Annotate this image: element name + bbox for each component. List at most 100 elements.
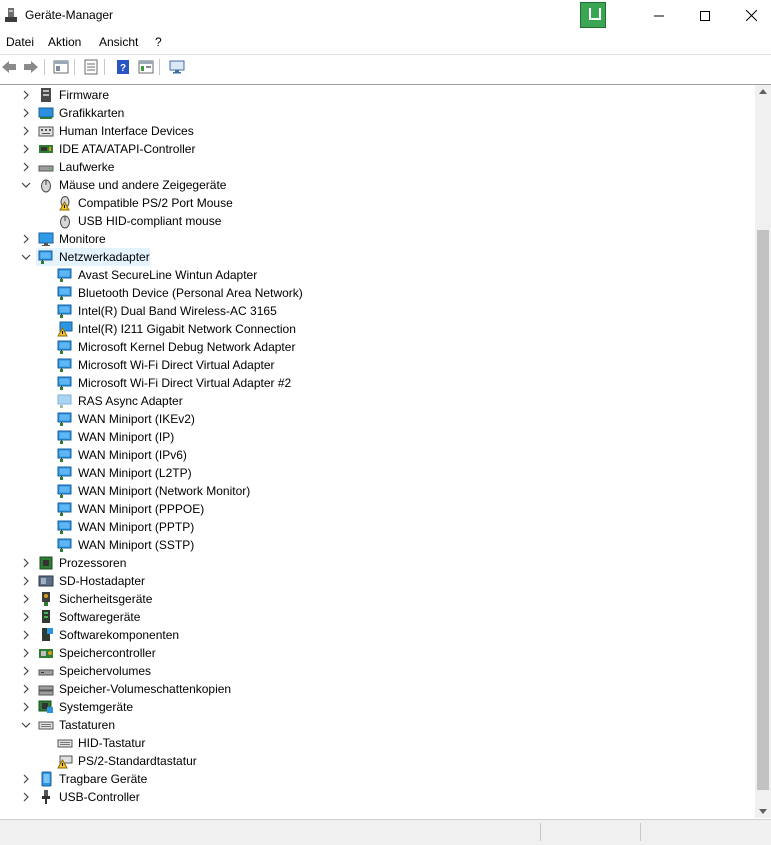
tree-device-row[interactable]: HID-Tastatur	[0, 734, 700, 752]
tree-device-row[interactable]: Avast SecureLine Wintun Adapter	[0, 266, 700, 284]
tree-device-row[interactable]: Bluetooth Device (Personal Area Network)	[0, 284, 700, 302]
tree-device-row[interactable]: WAN Miniport (L2TP)	[0, 464, 700, 482]
tree-category-row[interactable]: Monitore	[0, 230, 700, 248]
menu-datei[interactable]: Datei	[6, 35, 34, 49]
tree-category-row[interactable]: Softwaregeräte	[0, 608, 700, 626]
properties-button[interactable]	[52, 58, 70, 76]
tree-device-row[interactable]: WAN Miniport (IKEv2)	[0, 410, 700, 428]
tree-device-row[interactable]: WAN Miniport (PPPOE)	[0, 500, 700, 518]
tree-item-label: WAN Miniport (PPPOE)	[78, 502, 205, 516]
tree-category-row[interactable]: Prozessoren	[0, 554, 700, 572]
chevron-right-icon[interactable]	[21, 774, 31, 784]
scroll-down-icon[interactable]	[759, 809, 767, 814]
mouse-warning-icon	[59, 196, 70, 211]
menu-ansicht[interactable]: Ansicht	[99, 35, 138, 49]
minimize-button[interactable]	[636, 0, 682, 31]
chevron-right-icon[interactable]	[21, 612, 31, 622]
back-button[interactable]	[0, 58, 18, 76]
tree-category-row[interactable]: SD-Hostadapter	[0, 572, 700, 590]
network-adapter-icon	[57, 448, 72, 462]
chevron-right-icon[interactable]	[21, 684, 31, 694]
chevron-right-icon[interactable]	[21, 108, 31, 118]
chevron-right-icon[interactable]	[21, 792, 31, 802]
tray-app-icon[interactable]	[580, 2, 606, 28]
chevron-right-icon[interactable]	[21, 702, 31, 712]
chevron-down-icon[interactable]	[21, 252, 31, 262]
tree-item-label: Tragbare Geräte	[59, 772, 148, 786]
tree-category-row[interactable]: Netzwerkadapter	[0, 248, 700, 266]
tree-item-label: IDE ATA/ATAPI-Controller	[59, 142, 196, 156]
tree-item-label: WAN Miniport (IPv6)	[78, 448, 187, 462]
chevron-right-icon[interactable]	[21, 594, 31, 604]
menu-aktion[interactable]: Aktion	[48, 35, 81, 49]
chevron-down-icon[interactable]	[21, 180, 31, 190]
scan-hardware-button[interactable]	[168, 58, 186, 76]
tree-device-row[interactable]: WAN Miniport (PPTP)	[0, 518, 700, 536]
tree-item-label: WAN Miniport (PPTP)	[78, 520, 195, 534]
view-button[interactable]	[137, 58, 155, 76]
close-button[interactable]	[728, 0, 771, 31]
tree-category-row[interactable]: Sicherheitsgeräte	[0, 590, 700, 608]
tree-device-row[interactable]: WAN Miniport (IPv6)	[0, 446, 700, 464]
chevron-right-icon[interactable]	[21, 144, 31, 154]
menu-bar: Datei Aktion Ansicht ?	[0, 31, 771, 53]
sd-host-icon	[38, 575, 54, 587]
tree-category-row[interactable]: Tastaturen	[0, 716, 700, 734]
tree-category-row[interactable]: IDE ATA/ATAPI-Controller	[0, 140, 700, 158]
tree-category-row[interactable]: Mäuse und andere Zeigegeräte	[0, 176, 700, 194]
monitor-icon	[38, 232, 54, 246]
maximize-button[interactable]	[682, 0, 728, 31]
tree-category-row[interactable]: Laufwerke	[0, 158, 700, 176]
tree-device-row[interactable]: WAN Miniport (SSTP)	[0, 536, 700, 554]
tree-category-row[interactable]: Speichervolumes	[0, 662, 700, 680]
tree-device-row[interactable]: USB HID-compliant mouse	[0, 212, 700, 230]
menu-help[interactable]: ?	[155, 35, 162, 49]
tree-device-row[interactable]: WAN Miniport (Network Monitor)	[0, 482, 700, 500]
tree-device-row[interactable]: RAS Async Adapter	[0, 392, 700, 410]
tree-category-row[interactable]: Firmware	[0, 86, 700, 104]
network-adapter-icon	[57, 304, 72, 318]
device-manager-app-icon	[5, 8, 17, 22]
tree-device-row[interactable]: WAN Miniport (IP)	[0, 428, 700, 446]
chevron-right-icon[interactable]	[21, 558, 31, 568]
tree-device-row[interactable]: Microsoft Wi-Fi Direct Virtual Adapter	[0, 356, 700, 374]
forward-button[interactable]	[22, 58, 40, 76]
chevron-right-icon[interactable]	[21, 126, 31, 136]
tree-item-label: USB HID-compliant mouse	[78, 214, 222, 228]
tree-device-row[interactable]: Intel(R) Dual Band Wireless-AC 3165	[0, 302, 700, 320]
tree-category-row[interactable]: Softwarekomponenten	[0, 626, 700, 644]
chevron-right-icon[interactable]	[21, 90, 31, 100]
vertical-scrollbar[interactable]	[755, 85, 771, 818]
device-list-button[interactable]	[82, 58, 100, 76]
scroll-thumb[interactable]	[757, 230, 769, 790]
tree-category-row[interactable]: Human Interface Devices	[0, 122, 700, 140]
tree-category-row[interactable]: Speichercontroller	[0, 644, 700, 662]
chevron-right-icon[interactable]	[21, 576, 31, 586]
tree-item-label: Mäuse und andere Zeigegeräte	[59, 178, 227, 192]
tree-device-row[interactable]: Microsoft Wi-Fi Direct Virtual Adapter #…	[0, 374, 700, 392]
network-adapter-icon	[57, 340, 72, 354]
tree-category-row[interactable]: USB-Controller	[0, 788, 700, 806]
tree-device-row[interactable]: PS/2-Standardtastatur	[0, 752, 700, 770]
tree-item-label: PS/2-Standardtastatur	[78, 754, 197, 768]
monitor-icon	[169, 60, 185, 74]
tree-device-row[interactable]: Intel(R) I211 Gigabit Network Connection	[0, 320, 700, 338]
chevron-right-icon[interactable]	[21, 648, 31, 658]
tree-device-row[interactable]: Compatible PS/2 Port Mouse	[0, 194, 700, 212]
chevron-right-icon[interactable]	[21, 162, 31, 172]
tree-item-label: Firmware	[59, 88, 109, 102]
chevron-right-icon[interactable]	[21, 666, 31, 676]
scroll-up-icon[interactable]	[759, 89, 767, 94]
tree-item-label: Human Interface Devices	[59, 124, 194, 138]
chevron-right-icon[interactable]	[21, 234, 31, 244]
tree-category-row[interactable]: Systemgeräte	[0, 698, 700, 716]
network-adapter-icon	[57, 502, 72, 516]
tree-item-label: Systemgeräte	[59, 700, 134, 714]
chevron-down-icon[interactable]	[21, 720, 31, 730]
tree-category-row[interactable]: Tragbare Geräte	[0, 770, 700, 788]
help-button[interactable]: ?	[114, 58, 132, 76]
tree-category-row[interactable]: Grafikkarten	[0, 104, 700, 122]
tree-category-row[interactable]: Speicher-Volumeschattenkopien	[0, 680, 700, 698]
tree-device-row[interactable]: Microsoft Kernel Debug Network Adapter	[0, 338, 700, 356]
chevron-right-icon[interactable]	[21, 630, 31, 640]
